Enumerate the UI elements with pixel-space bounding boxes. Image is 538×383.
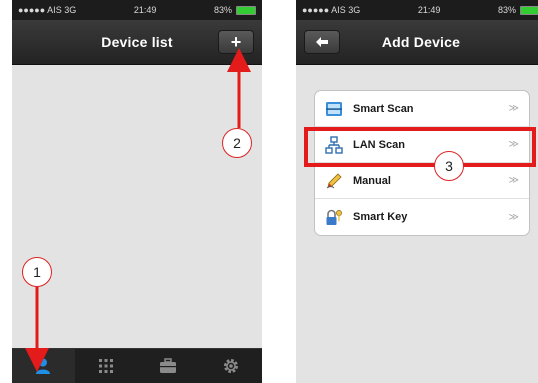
callout-1: 1 <box>22 257 52 287</box>
callout-2: 2 <box>222 128 252 158</box>
annotation-arrows <box>25 48 251 372</box>
callout-3: 3 <box>434 151 464 181</box>
tutorial-screenshot: ●●●●● AIS 3G 21:49 83% Device list + ●●●… <box>0 0 538 383</box>
